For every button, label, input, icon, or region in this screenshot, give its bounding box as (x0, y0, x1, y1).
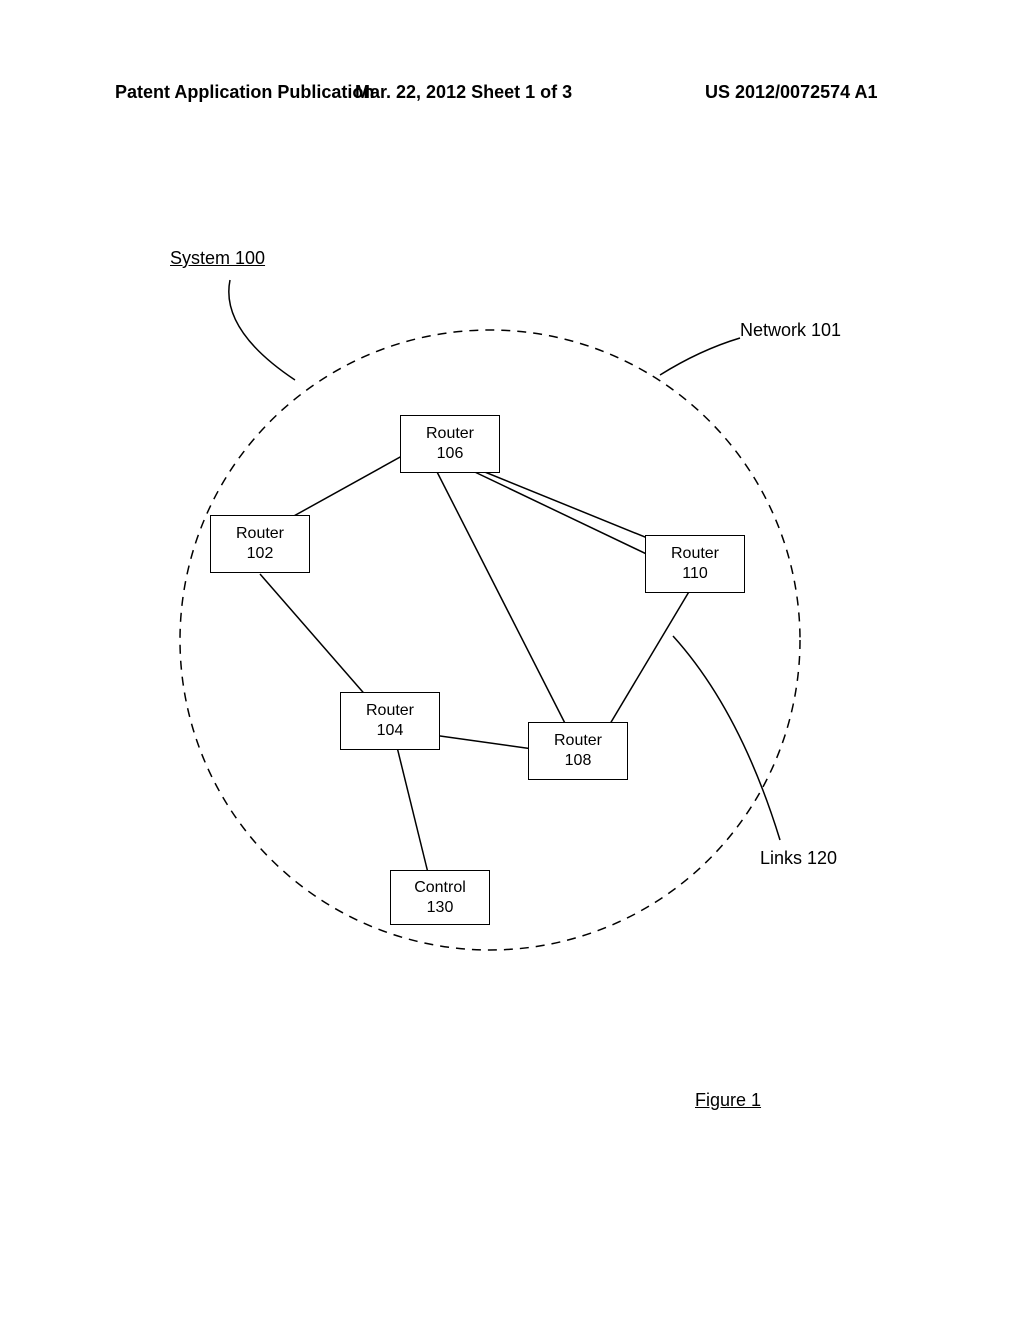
link-104-108 (433, 735, 540, 750)
node-router-110: Router 110 (645, 535, 745, 593)
links-label: Links 120 (760, 848, 837, 869)
node-num: 130 (397, 898, 483, 918)
link-108-110 (598, 590, 690, 744)
node-router-104: Router 104 (340, 692, 440, 750)
header-right: US 2012/0072574 A1 (705, 82, 877, 103)
node-title: Router (535, 731, 621, 751)
node-router-102: Router 102 (210, 515, 310, 573)
network-leader-line (660, 338, 740, 375)
node-num: 108 (535, 751, 621, 771)
header-left: Patent Application Publication (115, 82, 374, 103)
link-106-110 (470, 466, 672, 548)
node-title: Control (397, 878, 483, 898)
node-title: Router (407, 424, 493, 444)
node-router-106: Router 106 (400, 415, 500, 473)
network-label: Network 101 (740, 320, 841, 341)
link-102-104 (260, 574, 375, 706)
node-num: 102 (217, 544, 303, 564)
diagram-svg (100, 260, 920, 980)
link-104-control (397, 747, 430, 881)
links-leader-line (673, 636, 780, 840)
node-title: Router (347, 701, 433, 721)
node-num: 106 (407, 444, 493, 464)
node-title: Router (217, 524, 303, 544)
node-title: Router (652, 544, 738, 564)
link-106-108 (433, 464, 573, 739)
diagram-area: Network 101 Links 120 Router 102 Router … (100, 260, 920, 980)
node-router-108: Router 108 (528, 722, 628, 780)
header-mid: Mar. 22, 2012 Sheet 1 of 3 (355, 82, 572, 103)
node-control-130: Control 130 (390, 870, 490, 925)
node-num: 104 (347, 721, 433, 741)
figure-label: Figure 1 (695, 1090, 761, 1111)
node-num: 110 (652, 564, 738, 584)
